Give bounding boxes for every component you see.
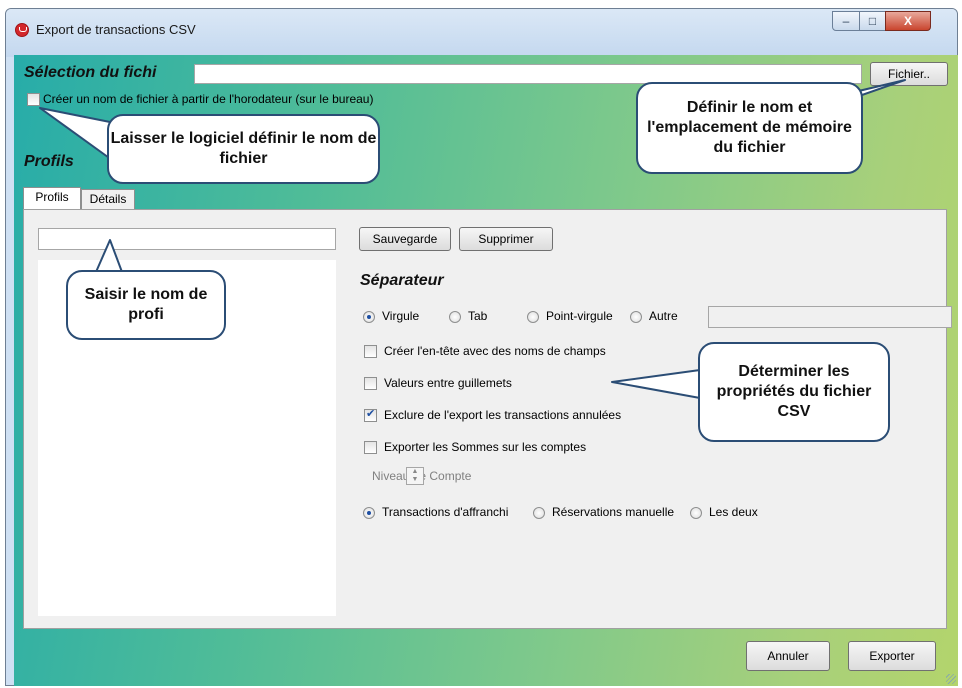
separator-semicolon-radio[interactable]: [527, 311, 539, 323]
minimize-button[interactable]: –: [832, 11, 860, 31]
export-sums-checkbox[interactable]: [364, 441, 377, 454]
separator-tab-radio[interactable]: [449, 311, 461, 323]
separator-comma-radio[interactable]: [363, 311, 375, 323]
account-level-spinner[interactable]: ▲ ▼: [406, 467, 424, 485]
header-fields-label: Créer l'en-tête avec des noms de champs: [384, 344, 606, 358]
filename-callout: Laisser le logiciel définir le nom de fi…: [107, 114, 380, 184]
save-profile-button[interactable]: Sauvegarde: [359, 227, 451, 251]
file-browse-button[interactable]: Fichier..: [870, 62, 948, 86]
exclude-cancelled-checkbox[interactable]: [364, 407, 377, 422]
separator-comma-label: Virgule: [382, 309, 420, 323]
type-franking-radio[interactable]: [363, 507, 375, 519]
separator-other-input[interactable]: [708, 306, 952, 328]
type-manual-radio[interactable]: [533, 507, 545, 519]
header-fields-checkbox[interactable]: [364, 345, 377, 358]
file-path-input[interactable]: [194, 64, 862, 84]
export-button[interactable]: Exporter: [848, 641, 936, 671]
quoted-values-label: Valeurs entre guillemets: [384, 376, 512, 390]
close-button[interactable]: X: [885, 11, 931, 31]
tab-profils[interactable]: Profils: [23, 187, 81, 209]
maximize-button[interactable]: □: [859, 11, 886, 31]
location-callout: Définir le nom et l'emplacement de mémoi…: [636, 82, 863, 174]
profiles-section-label: Profils: [24, 153, 74, 170]
type-franking-label: Transactions d'affranchi: [382, 505, 509, 519]
separator-label: Séparateur: [360, 272, 444, 289]
profile-callout: Saisir le nom de profi: [66, 270, 226, 340]
csv-callout: Déterminer les propriétés du fichier CSV: [698, 342, 890, 442]
profile-name-input[interactable]: [38, 228, 336, 250]
separator-semicolon-label: Point-virgule: [546, 309, 613, 323]
type-manual-label: Réservations manuelle: [552, 505, 675, 519]
app-icon: [15, 23, 29, 37]
file-selection-label: Sélection du fichi: [24, 64, 157, 81]
type-both-radio[interactable]: [690, 507, 702, 519]
export-sums-label: Exporter les Sommes sur les comptes: [384, 440, 587, 454]
timestamp-filename-checkbox[interactable]: [27, 93, 40, 106]
exclude-cancelled-label: Exclure de l'export les transactions ann…: [384, 408, 622, 422]
resize-grip[interactable]: [946, 674, 956, 684]
tab-details[interactable]: Détails: [81, 189, 135, 209]
timestamp-filename-label: Créer un nom de fichier à partir de l'ho…: [43, 92, 374, 106]
separator-tab-label: Tab: [468, 309, 488, 323]
delete-profile-button[interactable]: Supprimer: [459, 227, 553, 251]
separator-other-radio[interactable]: [630, 311, 642, 323]
cancel-button[interactable]: Annuler: [746, 641, 830, 671]
title-bar: Export de transactions CSV – □ X: [6, 9, 957, 57]
type-both-label: Les deux: [709, 505, 758, 519]
quoted-values-checkbox[interactable]: [364, 377, 377, 390]
separator-other-label: Autre: [649, 309, 678, 323]
window-title: Export de transactions CSV: [36, 22, 196, 37]
